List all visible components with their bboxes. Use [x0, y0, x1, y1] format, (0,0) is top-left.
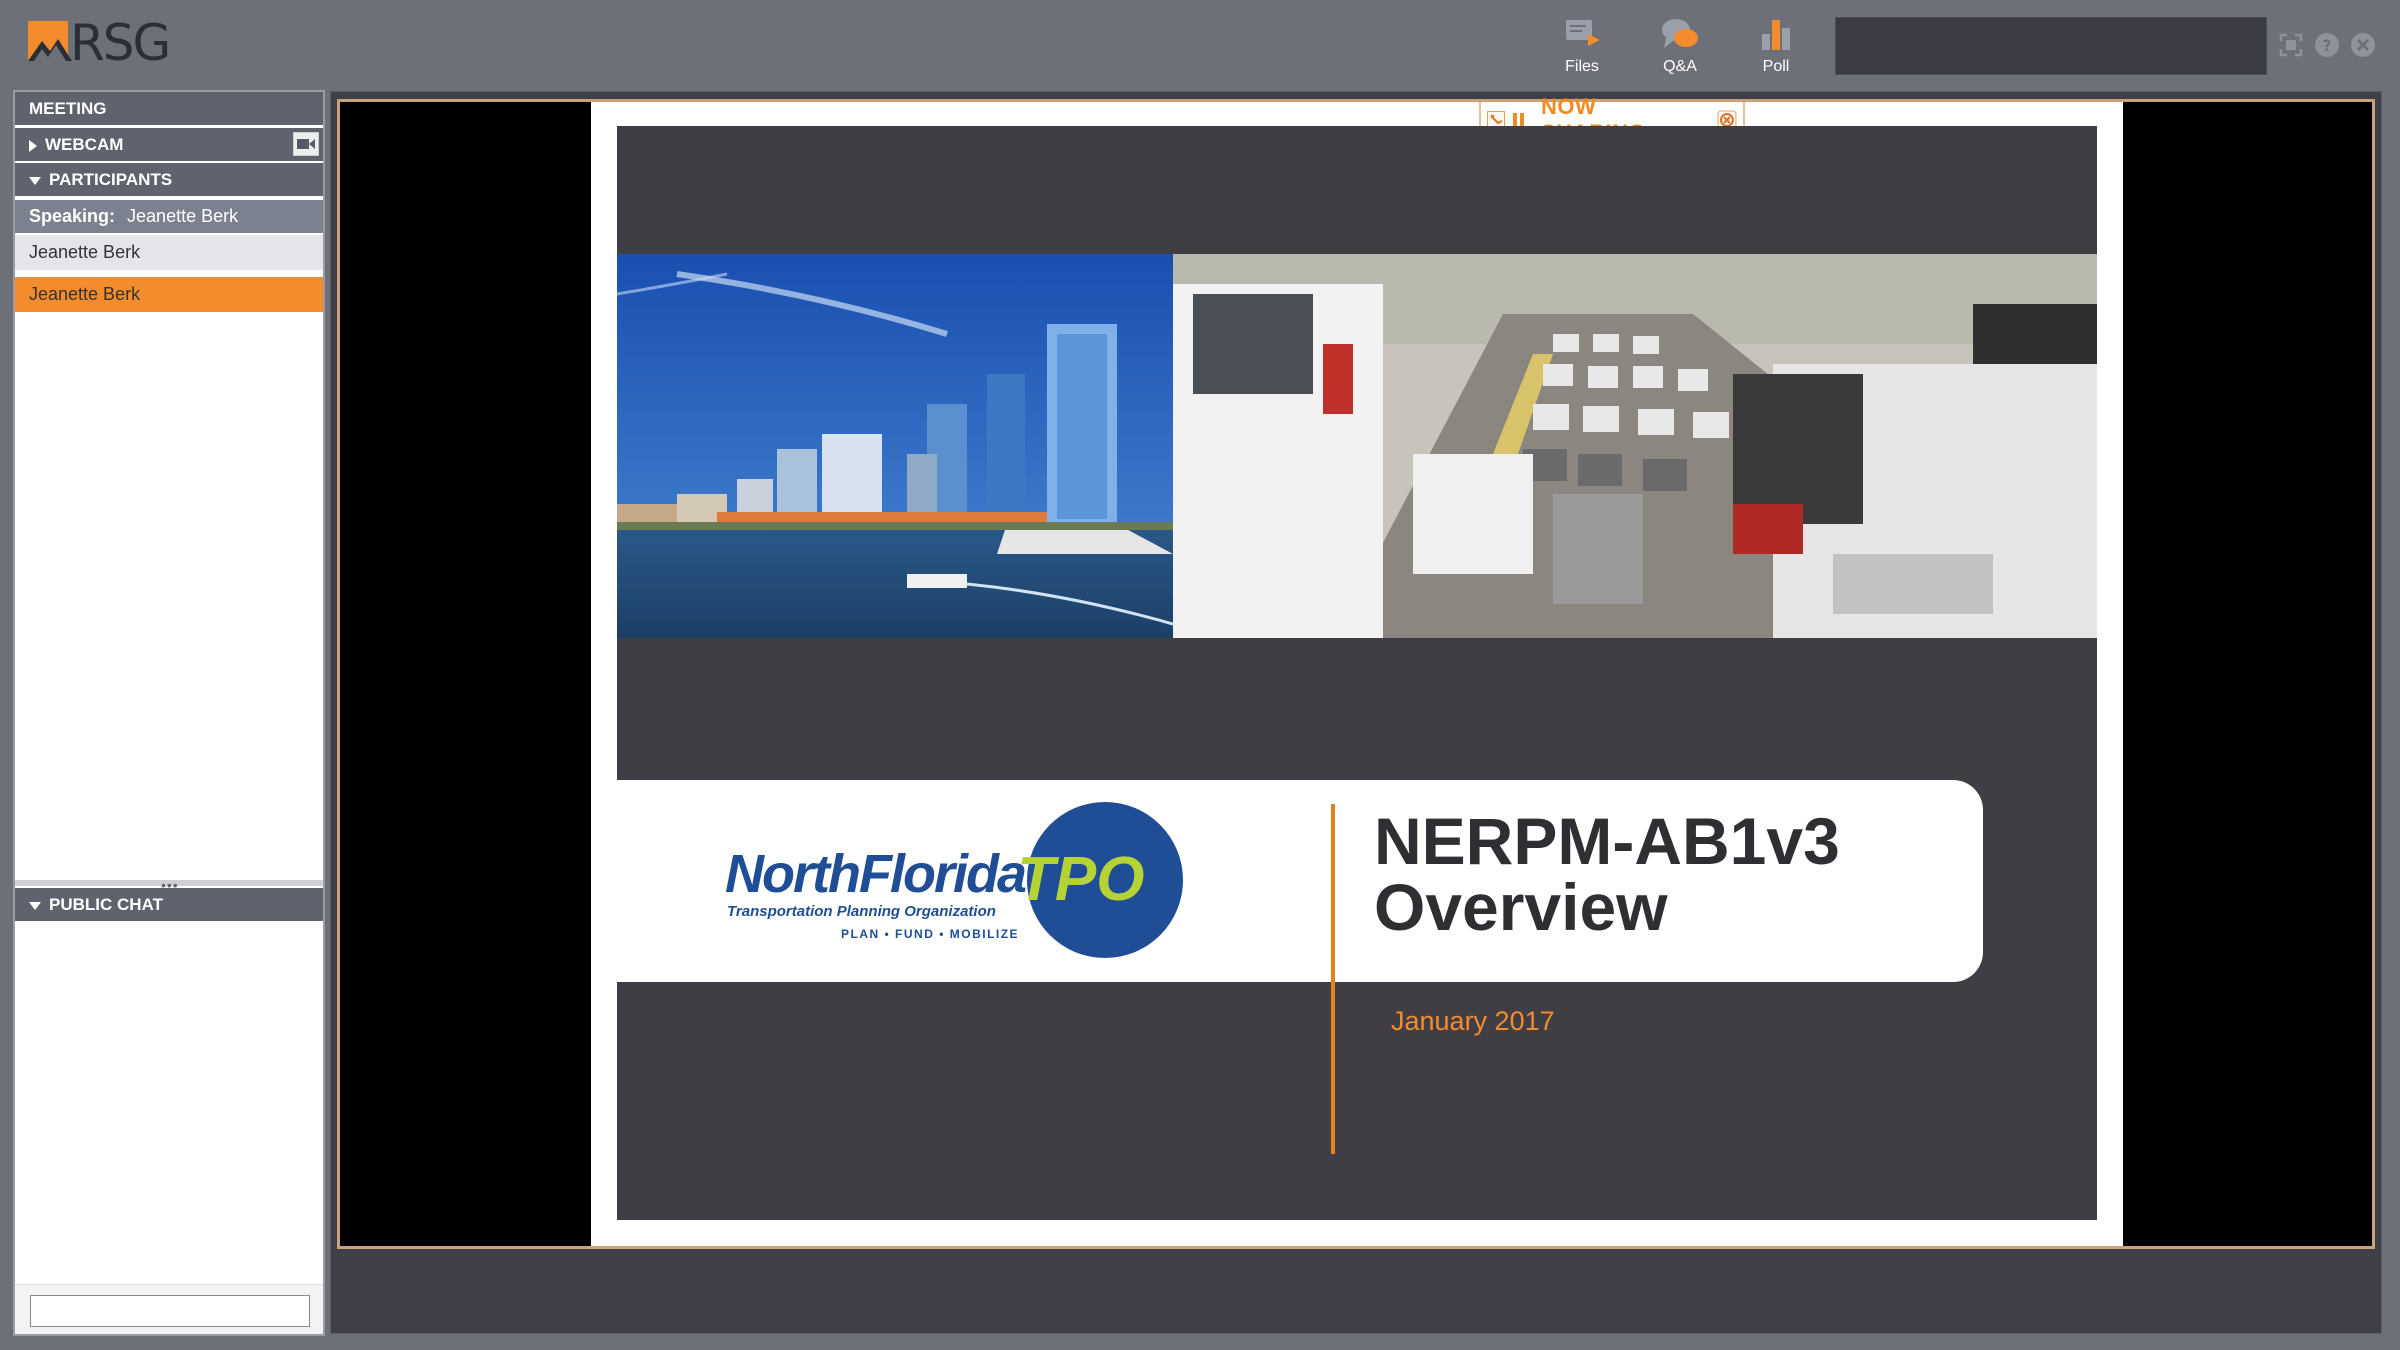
top-status-field[interactable] — [1835, 17, 2267, 75]
logo-tpo-text: TPO — [1017, 845, 1144, 914]
speaking-indicator: Speaking: Jeanette Berk — [15, 200, 323, 233]
chat-footer — [15, 1284, 323, 1334]
rsg-logo-icon — [28, 21, 72, 61]
participant-item-selected[interactable]: Jeanette Berk — [15, 277, 323, 312]
traffic-photo — [1173, 254, 2097, 638]
files-button[interactable]: Files — [1542, 14, 1622, 84]
files-icon — [1566, 20, 1600, 46]
qa-chat-icon — [1662, 19, 1698, 48]
fullscreen-icon[interactable] — [2278, 32, 2304, 58]
meeting-label: MEETING — [29, 99, 107, 118]
north-florida-tpo-logo: TPO NorthFlorida Transportation Planning… — [725, 802, 1183, 958]
city-skyline-photo — [617, 254, 1173, 638]
participant-item[interactable]: Jeanette Berk — [15, 235, 323, 270]
webcam-header[interactable]: WEBCAM — [15, 128, 323, 161]
slide-title-line1: NERPM-AB1v3 — [1374, 804, 1840, 878]
logo-subtitle-text: Transportation Planning Organization — [727, 903, 996, 920]
public-chat-label: PUBLIC CHAT — [49, 895, 163, 914]
brand-name: RSG — [70, 14, 171, 72]
files-label: Files — [1565, 58, 1599, 75]
expand-arrow-icon — [29, 139, 37, 152]
panel-splitter-handle[interactable]: ••• — [15, 877, 323, 893]
poll-label: Poll — [1762, 58, 1790, 75]
slide-title: NERPM-AB1v3 Overview — [1374, 808, 1840, 940]
collapse-arrow-icon — [29, 176, 41, 185]
shared-content-frame: NOW SHARING — [337, 94, 2375, 1249]
poll-button[interactable]: Poll — [1736, 14, 1816, 84]
video-camera-icon — [297, 139, 315, 149]
presentation-slide: TPO NorthFlorida Transportation Planning… — [617, 126, 2097, 1220]
qa-button[interactable]: Q&A — [1640, 14, 1720, 84]
slide-page: NOW SHARING — [591, 94, 2123, 1246]
svg-text:?: ? — [2322, 36, 2331, 55]
title-card: TPO NorthFlorida Transportation Planning… — [617, 780, 1983, 982]
chat-messages-area — [15, 922, 323, 1278]
poll-bar-icon — [1762, 20, 1790, 50]
left-panel: MEETING WEBCAM PARTICIPANTS Speaking: Jea… — [13, 90, 325, 1336]
slide-date: January 2017 — [1391, 1006, 1555, 1036]
collapse-arrow-icon — [29, 901, 41, 910]
accent-divider — [1331, 804, 1335, 1154]
participant-name: Jeanette Berk — [29, 242, 141, 262]
participants-label: PARTICIPANTS — [49, 170, 173, 189]
top-bar: RSG Files Q&A Poll ? — [0, 0, 2400, 88]
logo-north-florida-text: NorthFlorida — [725, 844, 1026, 904]
app-logo: RSG — [28, 14, 171, 72]
close-icon[interactable] — [2350, 32, 2376, 58]
logo-tagline-text: PLAN • FUND • MOBILIZE — [841, 927, 1019, 941]
meeting-header[interactable]: MEETING — [15, 92, 323, 125]
slide-title-line2: Overview — [1374, 870, 1668, 944]
webcam-toggle-button[interactable] — [293, 132, 319, 156]
qa-label: Q&A — [1663, 58, 1697, 75]
participants-header[interactable]: PARTICIPANTS — [15, 163, 323, 196]
participant-name: Jeanette Berk — [29, 284, 141, 304]
public-chat-header[interactable]: PUBLIC CHAT — [15, 888, 323, 921]
main-stage-area: NOW SHARING — [330, 91, 2382, 1334]
help-icon[interactable]: ? — [2314, 32, 2340, 58]
speaking-label: Speaking: — [29, 206, 116, 226]
webcam-label: WEBCAM — [45, 135, 124, 154]
chat-input[interactable] — [30, 1295, 310, 1327]
speaking-name: Jeanette Berk — [127, 206, 239, 226]
